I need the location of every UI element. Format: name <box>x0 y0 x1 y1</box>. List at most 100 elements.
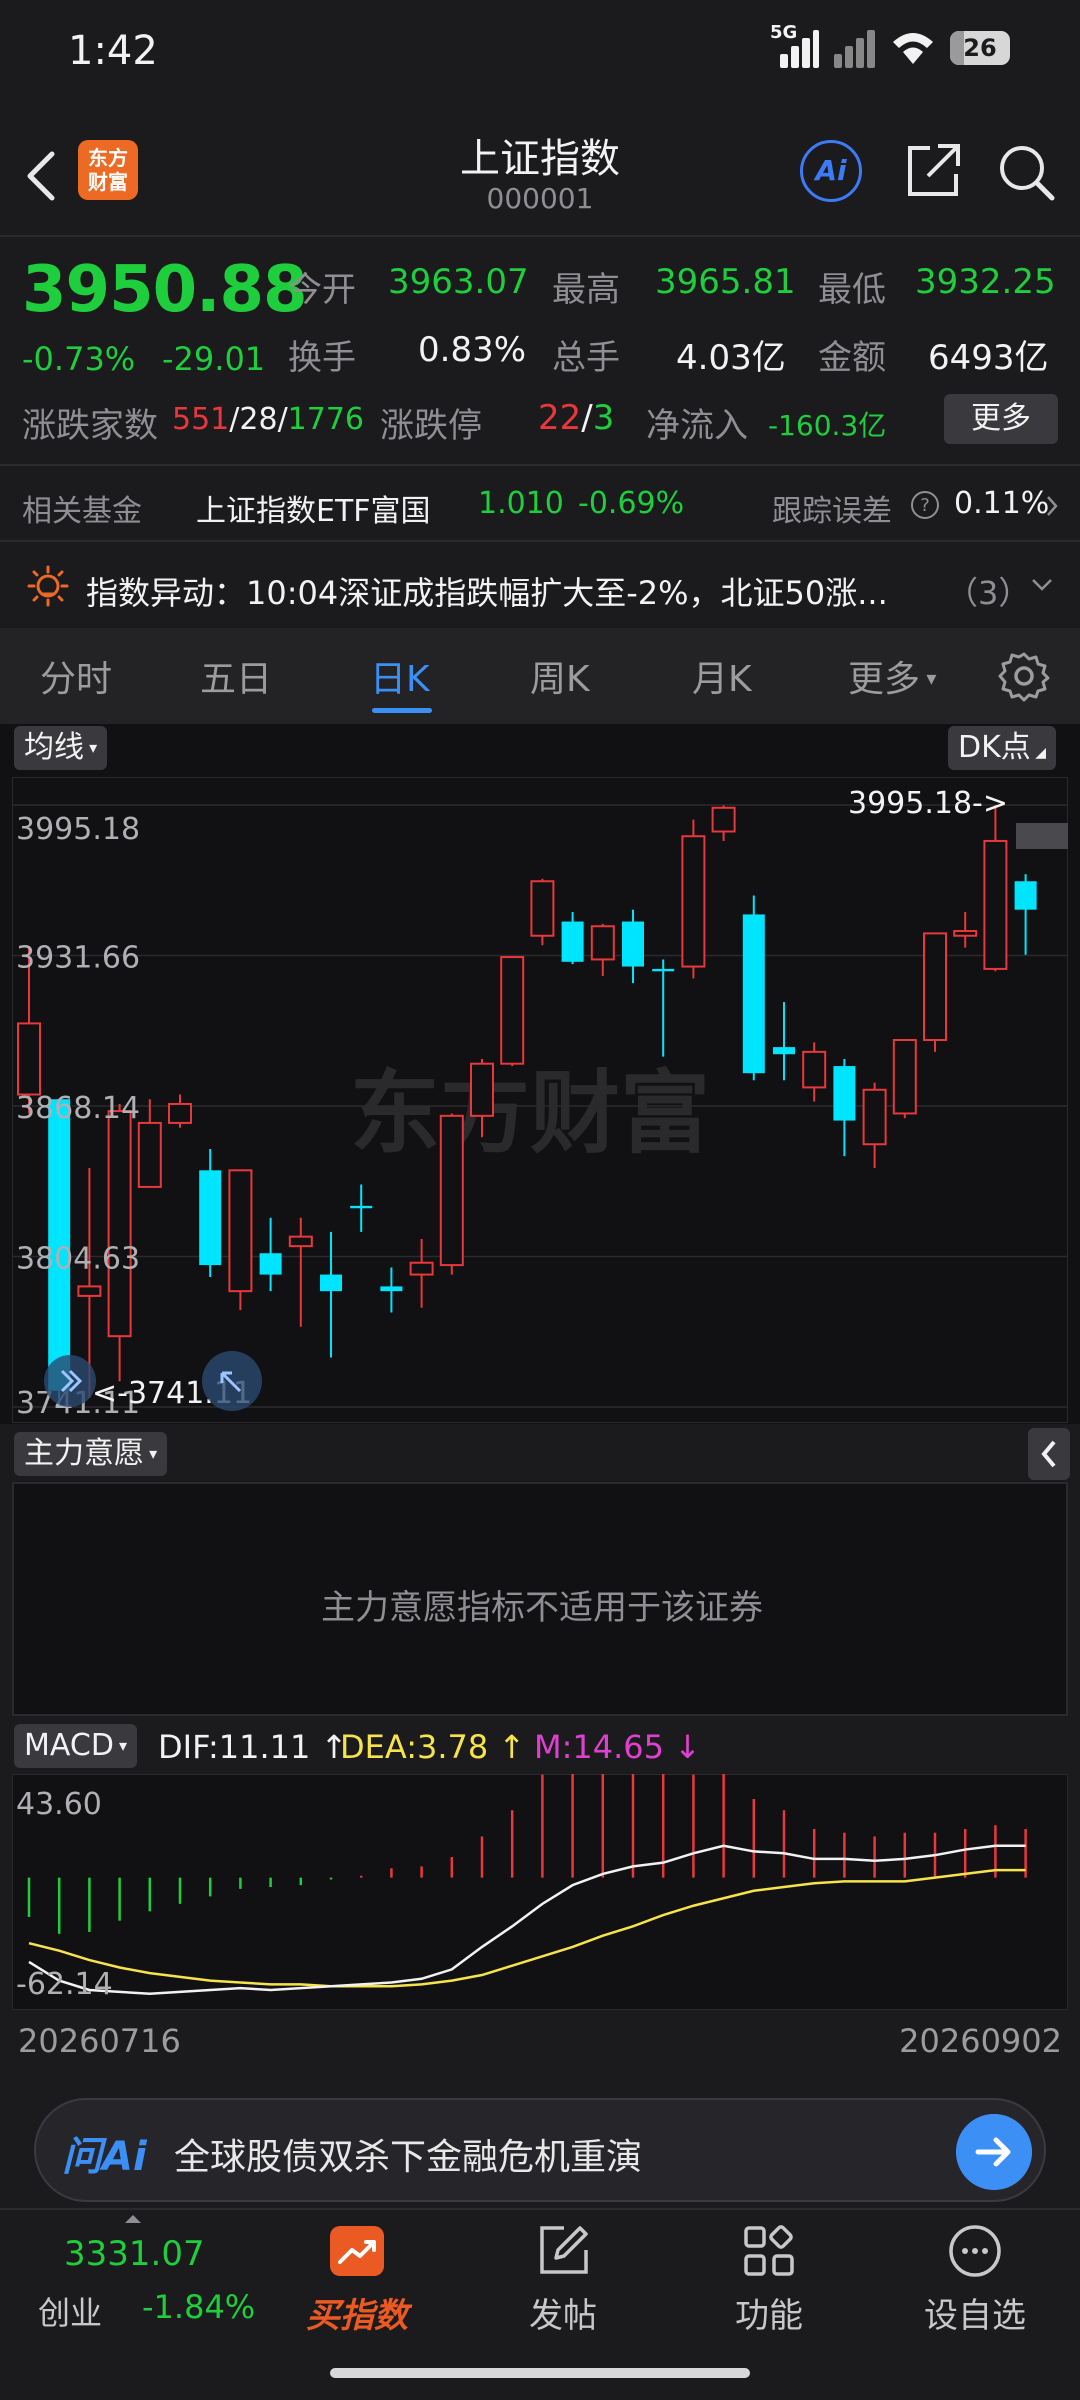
nav-add-watchlist[interactable]: 设自选 <box>880 2210 1070 2390</box>
nav-add-watchlist-label: 设自选 <box>924 2296 1026 2336</box>
candle <box>833 1058 856 1157</box>
candle <box>773 1002 795 1081</box>
zl-label: 主力意愿 <box>24 1436 144 1471</box>
tab-weekly-k[interactable]: 周K <box>530 650 590 702</box>
candle <box>409 1239 434 1308</box>
zl-selector[interactable]: 主力意愿 ▾ <box>14 1432 168 1476</box>
candle <box>652 959 675 1057</box>
ask-ai-logo: 问Ai <box>62 2134 147 2180</box>
tab-five-day[interactable]: 五日 <box>200 650 272 702</box>
breadth-values: 551/28/1776 <box>172 402 365 437</box>
fund-name: 上证指数ETF富国 <box>196 494 431 529</box>
candle <box>350 1184 373 1232</box>
candle <box>500 956 525 1067</box>
dk-selector[interactable]: DK点 ◢ <box>948 726 1056 770</box>
tab-monthly-k[interactable]: 月K <box>692 650 752 702</box>
ask-ai-bar[interactable]: 问Ai 全球股债双杀下金融危机重演 <box>34 2098 1046 2202</box>
tab-more[interactable]: 更多 ▾ <box>848 650 936 702</box>
share-icon[interactable] <box>904 142 962 200</box>
candle <box>802 1042 827 1102</box>
candle-body <box>137 1121 162 1188</box>
high-label: 最高 <box>552 270 620 310</box>
netflow-label: 净流入 <box>646 406 748 446</box>
macd-selector[interactable]: MACD ▾ <box>14 1724 138 1768</box>
arrow-right-icon[interactable] <box>956 2114 1032 2190</box>
status-icons: 5G 26 <box>770 22 1010 68</box>
nav-functions[interactable]: 功能 <box>674 2210 864 2390</box>
collapse-panel-button[interactable] <box>1028 1428 1070 1480</box>
candle-body <box>983 839 1008 970</box>
limit-down: 3 <box>592 398 615 438</box>
y-tick-label: 3931.66 <box>16 941 140 976</box>
candle <box>892 1038 917 1119</box>
candle <box>470 1058 494 1138</box>
candle-body <box>681 835 706 968</box>
candle <box>561 912 584 965</box>
period-tabs: 分时 五日 日K 周K 月K 更多 ▾ <box>0 628 1080 724</box>
nav-post[interactable]: 发帖 <box>468 2210 658 2390</box>
candle-body <box>711 806 736 833</box>
related-fund-row[interactable]: 相关基金 上证指数ETF富国 1.010 -0.69% 跟踪误差 ? 0.11% <box>0 478 1080 536</box>
tab-intraday[interactable]: 分时 <box>40 650 112 702</box>
candle-body <box>622 921 644 967</box>
nav-index-name: 创业 <box>38 2294 103 2332</box>
turnover-value: 0.83% <box>418 330 527 370</box>
candle <box>622 909 644 984</box>
chevron-down-icon <box>1032 579 1052 591</box>
low-value: 3932.25 <box>915 262 1056 302</box>
candle-body <box>833 1066 856 1121</box>
candle-body <box>802 1050 827 1089</box>
nav-buy-index[interactable]: 买指数 <box>262 2210 452 2390</box>
candle <box>228 1169 253 1311</box>
chevron-right-icon <box>1047 496 1058 516</box>
ai-button[interactable]: Ai <box>800 140 862 202</box>
candle <box>711 805 736 841</box>
amount-value: 6493亿 <box>928 338 1049 378</box>
signal-icon: 5G <box>770 22 819 68</box>
tab-daily-k[interactable]: 日K <box>370 650 430 702</box>
candle-body <box>953 930 978 937</box>
ma-selector[interactable]: 均线 ▾ <box>14 726 108 770</box>
nav-index-ticker[interactable]: 3331.07 创业 -1.84% <box>20 2210 255 2390</box>
nav-index-change: -1.84% <box>142 2288 256 2326</box>
candle-body <box>561 921 584 962</box>
candle <box>1014 874 1037 955</box>
nav-functions-label: 功能 <box>735 2296 803 2336</box>
macd-label: MACD <box>24 1728 114 1763</box>
candle <box>862 1082 887 1168</box>
candle-body <box>923 932 947 1041</box>
track-error-value: 0.11% <box>954 486 1050 521</box>
candle-body <box>350 1205 373 1209</box>
candle-body <box>892 1038 917 1115</box>
candle <box>530 878 555 946</box>
high-value: 3965.81 <box>655 262 796 302</box>
settings-gear-icon[interactable] <box>998 650 1050 702</box>
ma-label: 均线 <box>24 730 84 765</box>
kline-chart[interactable]: 3995.183931.663868.143804.633741.113995.… <box>12 777 1068 1423</box>
more-button[interactable]: 更多 <box>944 394 1058 444</box>
edit-icon <box>540 2226 588 2274</box>
candle-body <box>228 1169 253 1293</box>
index-alert-row[interactable]: 指数异动：10:04深证成指跌幅扩大至-2%，北证50涨... （3） <box>0 556 1080 616</box>
breadth-label: 涨跌家数 <box>22 406 158 446</box>
candle-body <box>862 1088 887 1146</box>
volume-value: 4.03亿 <box>676 338 786 378</box>
help-icon[interactable]: ? <box>910 490 940 520</box>
candle-body <box>17 1022 41 1096</box>
macd-dif: DIF:11.11 ↑ <box>158 1728 348 1766</box>
candle <box>288 1217 313 1327</box>
search-icon[interactable] <box>996 142 1056 202</box>
candle <box>137 1099 162 1188</box>
candle <box>742 895 765 1081</box>
macd-m-value: M:14.65 <box>534 1728 664 1766</box>
candle-body <box>439 1114 464 1267</box>
fund-change: -0.69% <box>578 486 685 521</box>
macd-chart[interactable]: 43.60 -62.14 <box>12 1774 1068 2010</box>
candle-body <box>590 925 615 961</box>
grid-icon <box>744 2225 794 2276</box>
wifi-icon <box>893 33 933 64</box>
candle-body <box>259 1253 282 1275</box>
status-bar: 1:42 5G 26 <box>0 0 1080 110</box>
battery-level: 26 <box>963 34 997 62</box>
candle-body <box>742 914 765 1074</box>
